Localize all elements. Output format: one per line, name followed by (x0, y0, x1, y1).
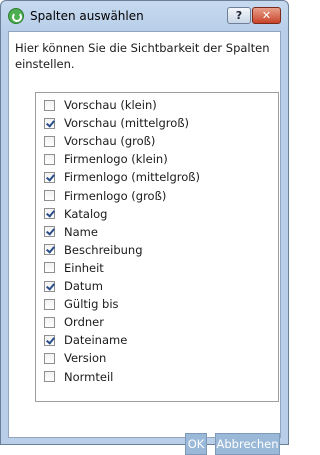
title-bar[interactable]: Spalten auswählen ? ✕ (1, 1, 288, 31)
checkbox-unchecked[interactable] (44, 316, 55, 328)
instructions-text: Hier können Sie die Sichtbarkeit der Spa… (15, 41, 270, 71)
checkbox-unchecked[interactable] (44, 371, 55, 382)
column-option[interactable]: Katalog (44, 205, 107, 223)
column-option[interactable]: Version (44, 349, 106, 367)
column-option[interactable]: Firmenlogo (mittelgroß) (44, 168, 200, 186)
app-icon (8, 8, 24, 24)
column-option[interactable]: Dateiname (44, 331, 127, 349)
column-option[interactable]: Firmenlogo (klein) (44, 150, 168, 168)
column-option[interactable]: Vorschau (mittelgroß) (44, 114, 189, 132)
column-option-label: Normteil (64, 369, 114, 384)
checkbox-checked[interactable] (44, 226, 55, 238)
checkbox-checked[interactable] (44, 171, 55, 183)
column-option-label: Name (64, 224, 98, 239)
cancel-button[interactable]: Abbrechen (215, 433, 280, 455)
column-option-label: Version (64, 351, 107, 366)
window-title: Spalten auswählen (30, 9, 144, 23)
checkbox-unchecked[interactable] (44, 153, 55, 165)
checkbox-checked[interactable] (44, 117, 55, 129)
column-checklist[interactable]: Vorschau (klein) Vorschau (mittelgroß) Vor… (35, 92, 279, 402)
checkbox-unchecked[interactable] (44, 135, 55, 147)
ok-button[interactable]: OK (185, 433, 207, 455)
column-option-label: Datum (64, 279, 103, 293)
column-option[interactable]: Gültig bis (44, 295, 119, 313)
column-option-label: Einheit (64, 260, 104, 275)
close-button[interactable]: ✕ (252, 7, 281, 24)
checkbox-checked[interactable] (44, 334, 55, 346)
column-option[interactable]: Name (44, 223, 98, 241)
column-option-label: Beschreibung (64, 242, 143, 257)
checkbox-checked[interactable] (44, 208, 55, 220)
checkbox-checked[interactable] (44, 280, 55, 292)
column-option[interactable]: Vorschau (groß) (44, 132, 155, 150)
dialog-content: Hier können Sie die Sichtbarkeit der Spa… (8, 31, 281, 455)
column-option-label: Dateiname (64, 333, 128, 348)
column-option[interactable]: Vorschau (klein) (44, 96, 157, 114)
help-button[interactable]: ? (227, 7, 251, 24)
column-option-label: Gültig bis (64, 297, 119, 312)
column-option[interactable]: Normteil (44, 368, 113, 386)
checkbox-unchecked[interactable] (44, 298, 55, 310)
checkbox-checked[interactable] (44, 244, 55, 256)
column-option-label: Vorschau (groß) (64, 134, 156, 149)
checkbox-unchecked[interactable] (44, 99, 55, 111)
checkbox-unchecked[interactable] (44, 190, 55, 201)
checkbox-unchecked[interactable] (44, 352, 55, 364)
column-option-label: Vorschau (mittelgroß) (64, 116, 190, 131)
column-option[interactable]: Einheit (44, 259, 104, 277)
checkbox-unchecked[interactable] (44, 262, 55, 274)
column-option-label: Ordner (64, 315, 104, 330)
column-option-label: Firmenlogo (mittelgroß) (64, 170, 201, 185)
dialog-window: Spalten auswählen ? ✕ Hier können Sie di… (0, 0, 289, 455)
column-option[interactable]: Firmenlogo (groß) (44, 187, 166, 205)
column-option[interactable]: Beschreibung (44, 241, 143, 259)
column-option-label: Firmenlogo (groß) (64, 188, 167, 203)
column-option[interactable]: Datum (44, 277, 103, 295)
column-option[interactable]: Ordner (44, 313, 104, 331)
column-option-label: Katalog (64, 206, 108, 221)
column-option-label: Vorschau (klein) (64, 98, 157, 112)
column-option-label: Firmenlogo (klein) (64, 152, 168, 167)
